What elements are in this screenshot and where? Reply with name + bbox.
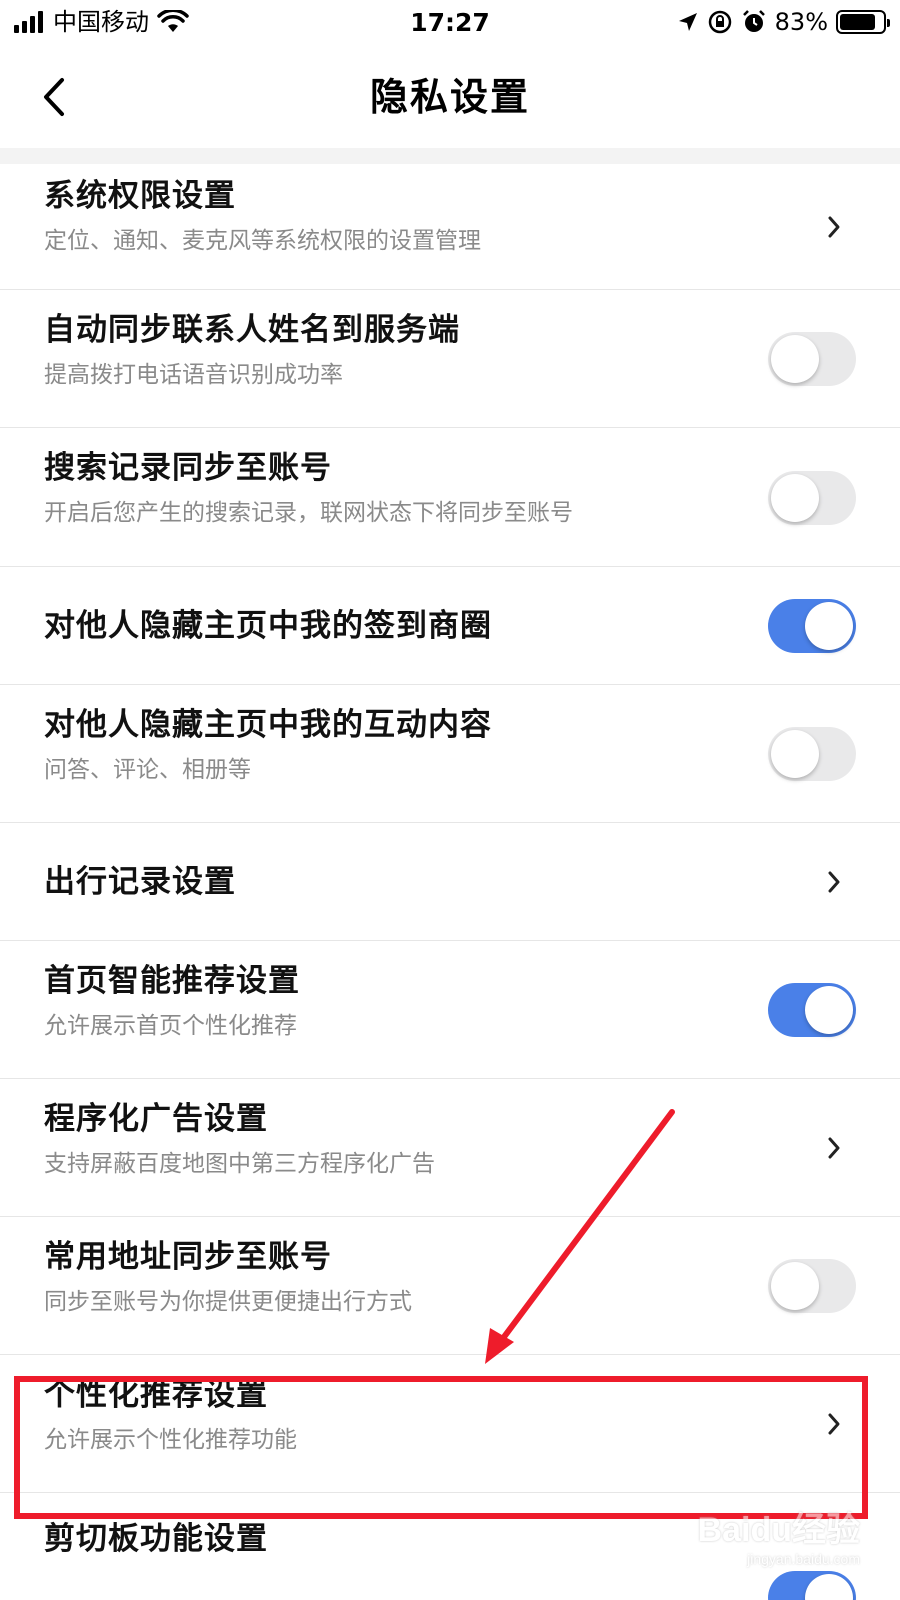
settings-row-title: 剪切板功能设置 — [44, 1521, 268, 1557]
toggle-knob — [805, 986, 853, 1034]
toggle-switch[interactable] — [768, 983, 856, 1037]
settings-row[interactable]: 程序化广告设置支持屏蔽百度地图中第三方程序化广告 — [0, 1079, 900, 1217]
toggle-switch[interactable] — [768, 332, 856, 386]
status-bar-right: 83% — [677, 8, 890, 36]
settings-row-subtitle: 定位、通知、麦克风等系统权限的设置管理 — [44, 228, 481, 254]
location-arrow-icon — [678, 13, 697, 31]
settings-row[interactable]: 首页智能推荐设置允许展示首页个性化推荐 — [0, 941, 900, 1079]
settings-row-title: 系统权限设置 — [44, 178, 236, 214]
settings-row[interactable]: 自动同步联系人姓名到服务端提高拨打电话语音识别成功率 — [0, 290, 900, 428]
settings-row-subtitle: 提高拨打电话语音识别成功率 — [44, 362, 343, 388]
settings-row[interactable]: 剪切板功能设置 — [0, 1493, 900, 1600]
chevron-right-icon — [828, 216, 840, 238]
chevron-right-icon — [828, 1413, 840, 1435]
toggle-knob — [805, 602, 853, 650]
toggle-knob — [771, 1262, 819, 1310]
settings-row[interactable]: 对他人隐藏主页中我的互动内容问答、评论、相册等 — [0, 685, 900, 823]
settings-row-title: 个性化推荐设置 — [44, 1377, 268, 1413]
toggle-switch[interactable] — [768, 1571, 856, 1600]
status-bar: 中国移动 17:27 83% — [0, 0, 900, 46]
settings-row-title: 出行记录设置 — [44, 864, 236, 900]
settings-row[interactable]: 搜索记录同步至账号开启后您产生的搜索记录，联网状态下将同步至账号 — [0, 428, 900, 567]
settings-row[interactable]: 常用地址同步至账号同步至账号为你提供更便捷出行方式 — [0, 1217, 900, 1355]
nav-divider — [0, 148, 900, 164]
settings-row[interactable]: 出行记录设置 — [0, 823, 900, 941]
settings-row-subtitle: 同步至账号为你提供更便捷出行方式 — [44, 1289, 412, 1315]
alarm-icon — [742, 10, 765, 32]
settings-row-subtitle: 允许展示个性化推荐功能 — [44, 1427, 297, 1453]
toggle-knob — [805, 1574, 853, 1600]
toggle-knob — [771, 335, 819, 383]
toggle-knob — [771, 474, 819, 522]
settings-row-title: 对他人隐藏主页中我的签到商圈 — [44, 608, 492, 644]
toggle-knob — [771, 730, 819, 778]
orientation-lock-icon — [708, 10, 731, 34]
settings-row-subtitle: 问答、评论、相册等 — [44, 757, 251, 783]
settings-list: 系统权限设置定位、通知、麦克风等系统权限的设置管理自动同步联系人姓名到服务端提高… — [0, 164, 900, 1600]
nav-bar: 隐私设置 — [0, 46, 900, 148]
settings-row[interactable]: 对他人隐藏主页中我的签到商圈 — [0, 567, 900, 685]
settings-row-subtitle: 支持屏蔽百度地图中第三方程序化广告 — [44, 1151, 435, 1177]
battery-icon — [836, 10, 890, 34]
settings-row-title: 程序化广告设置 — [44, 1101, 268, 1137]
battery-percent: 83% — [774, 8, 828, 36]
battery-fill — [840, 14, 875, 30]
chevron-right-icon — [828, 871, 840, 893]
settings-row[interactable]: 系统权限设置定位、通知、麦克风等系统权限的设置管理 — [0, 164, 900, 290]
settings-row-subtitle: 开启后您产生的搜索记录，联网状态下将同步至账号 — [44, 500, 573, 526]
settings-row-title: 自动同步联系人姓名到服务端 — [44, 312, 460, 348]
toggle-switch[interactable] — [768, 599, 856, 653]
settings-row-title: 常用地址同步至账号 — [44, 1239, 332, 1275]
settings-row-title: 搜索记录同步至账号 — [44, 450, 332, 486]
settings-row-title: 对他人隐藏主页中我的互动内容 — [44, 707, 492, 743]
chevron-right-icon — [828, 1137, 840, 1159]
settings-row-subtitle: 允许展示首页个性化推荐 — [44, 1013, 297, 1039]
settings-row-title: 首页智能推荐设置 — [44, 963, 300, 999]
page-title: 隐私设置 — [369, 75, 530, 119]
toggle-switch[interactable] — [768, 727, 856, 781]
toggle-switch[interactable] — [768, 471, 856, 525]
toggle-switch[interactable] — [768, 1259, 856, 1313]
settings-row[interactable]: 个性化推荐设置允许展示个性化推荐功能 — [0, 1355, 900, 1493]
